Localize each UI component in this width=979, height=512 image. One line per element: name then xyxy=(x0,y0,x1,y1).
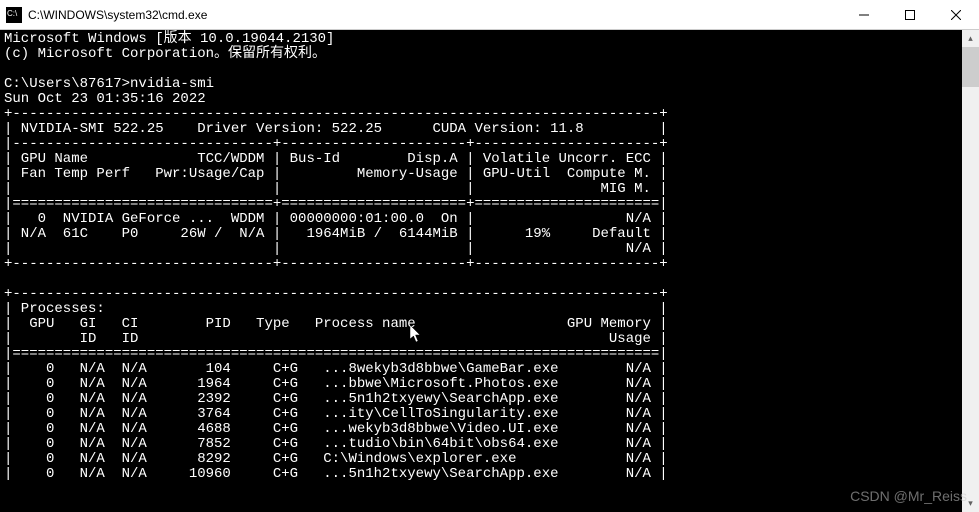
vertical-scrollbar[interactable]: ▴ ▾ xyxy=(962,30,979,512)
watermark-text: CSDN @Mr_Reiss xyxy=(850,488,967,504)
window-titlebar: C:\WINDOWS\system32\cmd.exe xyxy=(0,0,979,30)
maximize-button[interactable] xyxy=(887,0,933,30)
close-button[interactable] xyxy=(933,0,979,30)
scrollbar-thumb[interactable] xyxy=(962,47,979,87)
window-controls xyxy=(841,0,979,30)
terminal-output[interactable]: Microsoft Windows [版本 10.0.19044.2130] (… xyxy=(0,30,979,512)
window-title: C:\WINDOWS\system32\cmd.exe xyxy=(28,8,841,22)
minimize-button[interactable] xyxy=(841,0,887,30)
cmd-icon xyxy=(6,7,22,23)
scroll-up-button[interactable]: ▴ xyxy=(962,30,979,47)
